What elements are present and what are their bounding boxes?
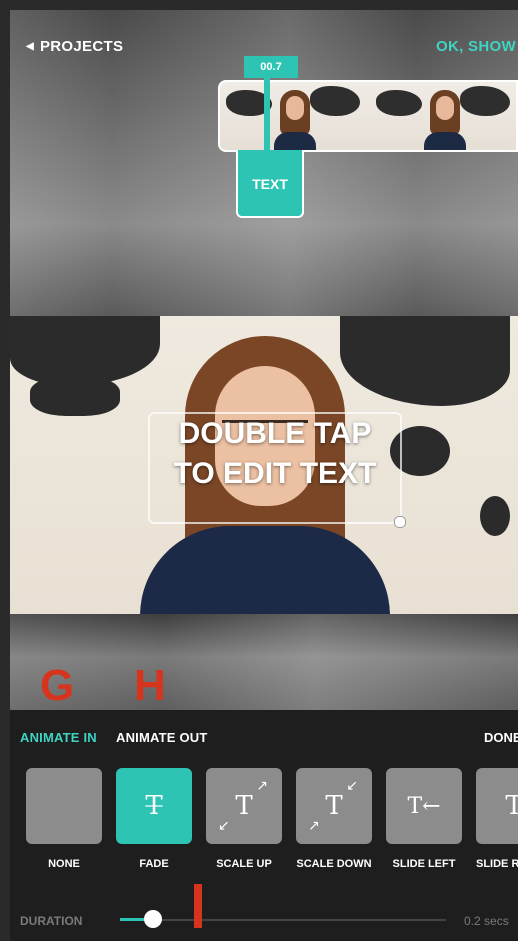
fade-text-icon: T xyxy=(116,768,192,844)
animation-option-label: SCALE UP xyxy=(216,858,272,870)
duration-slider-track[interactable] xyxy=(120,919,446,921)
text-overlay[interactable]: DOUBLE TAP TO EDIT TEXT xyxy=(148,414,402,494)
annotation-label-g: G xyxy=(40,661,75,710)
app-screen: ◀ PROJECTS OK, SHOW 00.7 TEXT DOUBLE TAP… xyxy=(0,0,518,941)
tab-animate-in[interactable]: ANIMATE IN xyxy=(20,730,97,745)
animation-option-label: NONE xyxy=(48,858,80,870)
person-body xyxy=(424,132,466,150)
fade-glyph: T xyxy=(145,791,163,821)
animation-option-none[interactable]: NONE xyxy=(26,768,102,870)
duration-label: DURATION xyxy=(20,914,83,928)
animation-option-label: SCALE DOWN xyxy=(296,858,372,870)
scale-up-glyph: T xyxy=(235,791,253,821)
person-body xyxy=(274,132,316,150)
ok-show-button[interactable]: OK, SHOW xyxy=(436,38,518,55)
video-thumbnail xyxy=(370,82,516,150)
playhead[interactable] xyxy=(264,78,270,152)
map-shape xyxy=(310,86,360,116)
slide-right-icon: T xyxy=(476,768,518,844)
video-timeline-strip[interactable] xyxy=(218,80,518,152)
slide-right-glyph: T xyxy=(505,791,518,821)
scale-down-icon: T ↙ ↗ xyxy=(296,768,372,844)
done-button[interactable]: DONE xyxy=(484,730,518,745)
person-body xyxy=(140,526,390,614)
animation-option-slide-right[interactable]: T SLIDE R xyxy=(476,768,518,870)
arrow-in-icon: ↙ xyxy=(346,778,358,794)
tab-animate-out[interactable]: ANIMATE OUT xyxy=(116,730,208,745)
back-arrow-icon: ◀ xyxy=(26,41,34,52)
person-face xyxy=(286,96,304,120)
animation-option-scale-down[interactable]: T ↙ ↗ SCALE DOWN xyxy=(296,768,372,870)
annotation-label-h: H xyxy=(134,661,166,710)
arrow-out-icon: ↙ xyxy=(218,818,230,834)
animation-option-slide-left[interactable]: T← SLIDE LEFT xyxy=(386,768,462,870)
video-thumbnail xyxy=(220,82,370,150)
animation-option-label: SLIDE R xyxy=(476,858,518,870)
duration-value: 0.2 secs xyxy=(464,914,509,928)
map-shape xyxy=(376,90,422,116)
animation-option-label: SLIDE LEFT xyxy=(392,858,456,870)
playhead-time-badge: 00.7 xyxy=(244,56,298,78)
map-shape xyxy=(460,86,510,116)
none-icon xyxy=(26,768,102,844)
animation-option-fade[interactable]: T FADE xyxy=(116,768,192,870)
map-shape xyxy=(30,376,120,416)
duration-slider-thumb[interactable] xyxy=(143,910,162,928)
video-preview[interactable]: DOUBLE TAP TO EDIT TEXT xyxy=(10,316,518,614)
slide-left-icon: T← xyxy=(386,768,462,844)
slide-left-glyph: T← xyxy=(407,793,441,819)
animation-option-label: FADE xyxy=(139,858,169,870)
arrow-in-icon: ↗ xyxy=(308,818,320,834)
animation-option-scale-up[interactable]: T ↗ ↙ SCALE UP xyxy=(206,768,282,870)
projects-back-button[interactable]: ◀ PROJECTS xyxy=(26,38,123,55)
person-face xyxy=(436,96,454,120)
preview-lower-area xyxy=(10,614,518,710)
resize-handle-icon[interactable] xyxy=(394,516,406,528)
arrow-out-icon: ↗ xyxy=(256,778,268,794)
text-clip[interactable]: TEXT xyxy=(236,150,304,218)
scale-up-icon: T ↗ ↙ xyxy=(206,768,282,844)
annotation-marker xyxy=(194,884,202,928)
projects-label: PROJECTS xyxy=(40,38,124,55)
map-shape xyxy=(340,316,510,406)
map-shape xyxy=(480,496,510,536)
scale-down-glyph: T xyxy=(325,791,343,821)
